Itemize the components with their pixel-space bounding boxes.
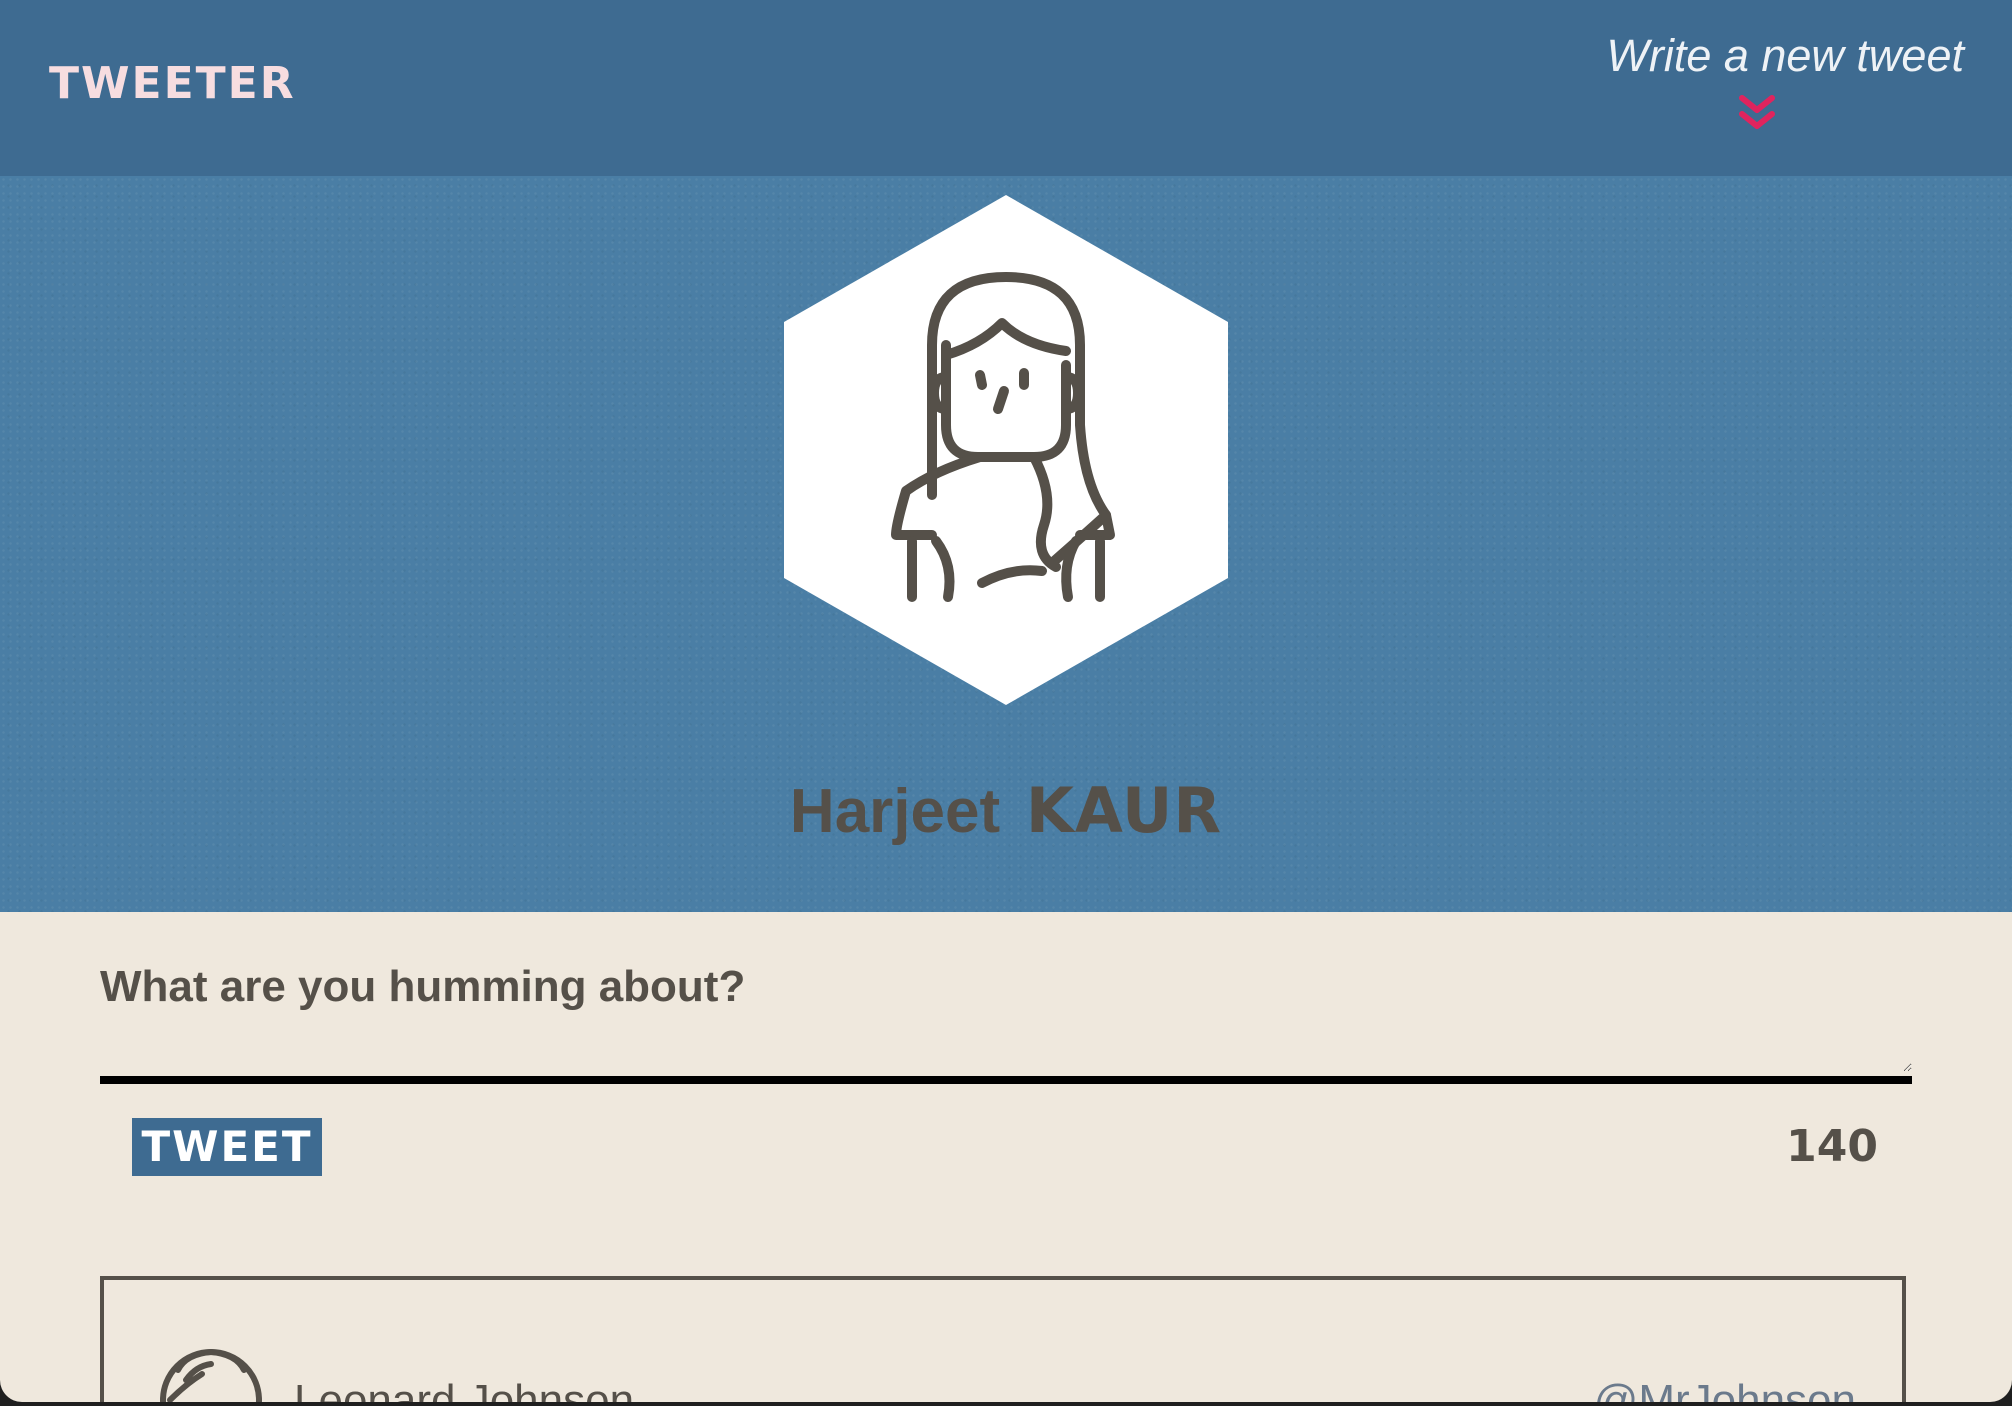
double-chevron-down-icon [1739, 95, 1775, 129]
write-new-tweet-label: Write a new tweet [1606, 30, 1964, 81]
profile-avatar [784, 195, 1228, 705]
top-nav: TWEETER Write a new tweet [0, 0, 2012, 176]
profile-first-name: Harjeet [789, 777, 1001, 846]
profile-header: Harjeet KAUR [0, 176, 2012, 912]
char-counter: 140 [1786, 1121, 1878, 1172]
profile-last-name: KAUR [1025, 774, 1223, 847]
user-avatar-icon [160, 1348, 262, 1402]
tweet-button[interactable]: TWEET [132, 1118, 322, 1176]
brand-logo[interactable]: TWEETER [49, 58, 296, 109]
app-window: TWEETER Write a new tweet Harjeet KAUR W… [0, 0, 2012, 1402]
tweet-author-name: Leonard Johnson [294, 1376, 635, 1402]
tweet-author-handle[interactable]: @MrJohnson [1594, 1376, 1856, 1402]
write-new-tweet-toggle[interactable]: Write a new tweet [1564, 30, 1964, 129]
tweet-card: Leonard Johnson @MrJohnson [100, 1276, 1906, 1402]
profile-name: Harjeet KAUR [0, 774, 2012, 847]
tweet-text-input[interactable] [100, 952, 1912, 1072]
input-underline [100, 1076, 1912, 1084]
